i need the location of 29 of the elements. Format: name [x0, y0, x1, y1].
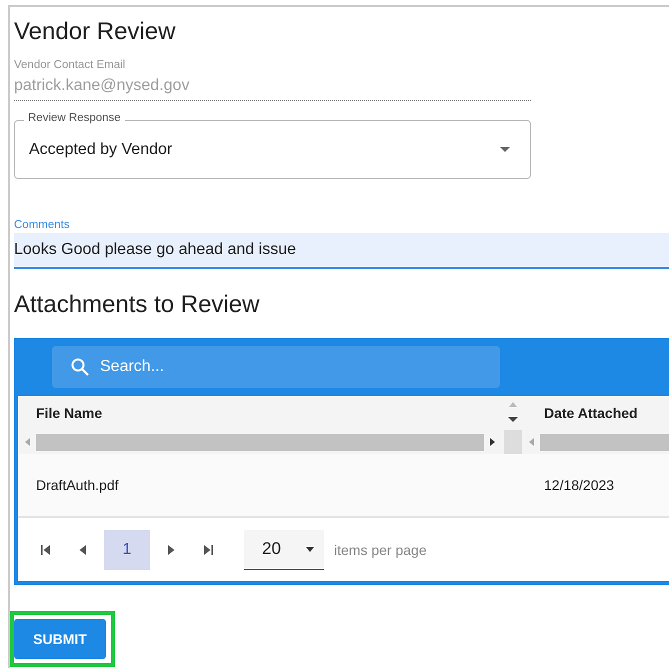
email-label: Vendor Contact Email — [14, 59, 126, 71]
comments-field[interactable]: Looks Good please go ahead and issue — [14, 233, 669, 269]
caret-icon — [306, 546, 314, 552]
page-size-dropdown[interactable]: 20 — [244, 530, 324, 570]
previous-page-icon[interactable] — [78, 544, 86, 554]
search-icon — [70, 357, 90, 377]
table-cell-text: 12/18/2023 — [543, 477, 616, 493]
page-button[interactable]: 1 — [104, 530, 150, 570]
review-response-value: Accepted by Vendor — [29, 140, 174, 158]
comments-label: Comments — [14, 219, 71, 231]
review-response-label: Review Response — [24, 112, 125, 124]
sort-icon[interactable] — [508, 401, 518, 425]
table-row[interactable]: DraftAuth.pdf 12/18/2023 — [18, 454, 669, 518]
scrollbar-thumb[interactable] — [540, 434, 669, 450]
first-page-icon[interactable] — [40, 544, 50, 554]
next-page-icon[interactable] — [168, 544, 176, 554]
last-page-icon[interactable] — [204, 544, 214, 554]
submit-button[interactable]: SUBMIT — [14, 619, 106, 659]
column-header[interactable]: File Name — [18, 405, 504, 421]
scrollbar-thumb[interactable] — [36, 434, 484, 450]
table-cell-text: DraftAuth.pdf — [35, 477, 120, 493]
section-title: Attachments to Review — [14, 291, 260, 319]
page-title: Vendor Review — [14, 18, 176, 46]
caret-icon — [500, 147, 510, 152]
page-size-label: items per page — [334, 542, 427, 558]
scrollbar-corner — [504, 430, 522, 454]
column-header[interactable]: Date Attached — [522, 405, 669, 421]
email-value: patrick.kane@nysed.gov — [14, 77, 190, 95]
scroll-right-icon[interactable] — [490, 438, 496, 446]
